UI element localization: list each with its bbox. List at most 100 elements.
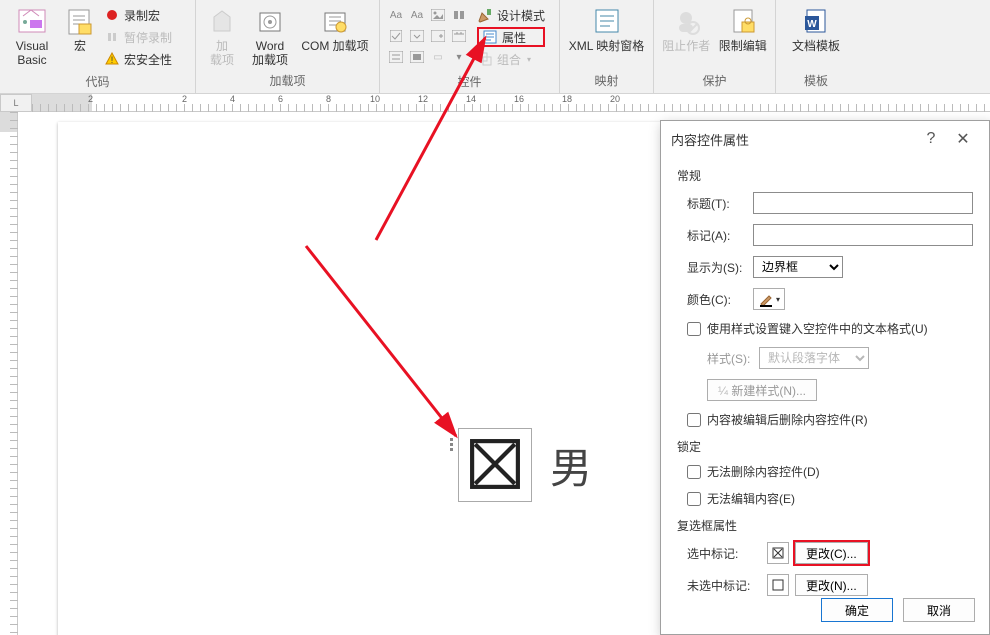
restrict-label: 限制编辑 [719,39,767,53]
addins-group-label: 加载项 [200,70,375,93]
input-title[interactable] [753,192,973,214]
controls-gallery: Aa Aa ▭ ▾ [384,3,471,69]
xml-pane-label: XML 映射窗格 [569,39,645,53]
label-unchecked-symbol: 未选中标记: [687,577,761,594]
visual-basic-button[interactable]: Visual Basic [4,3,60,67]
properties-label: 属性 [502,29,526,46]
word-addin-icon [254,5,286,37]
control-dropdown[interactable] [428,26,448,46]
checkbox-use-style[interactable] [687,322,701,336]
ribbon-group-addins: 加 载项 Word 加载项 COM 加载项 加载项 [196,0,380,93]
ribbon: Visual Basic 宏 录制宏 暂停录制 ! 宏安全性 [0,0,990,94]
dialog-title: 内容控件属性 [671,130,915,149]
horizontal-ruler[interactable]: 2 2 4 6 8 10 12 14 16 18 20 [32,94,990,112]
checked-symbol-icon [469,438,521,493]
control-picture[interactable] [428,5,448,25]
dialog-help-button[interactable]: ? [915,130,947,148]
template-label: 文档模板 [792,39,840,53]
protect-group-label: 保护 [658,70,771,93]
checkbox-remove-on-edit[interactable] [687,413,701,427]
ribbon-group-code: Visual Basic 宏 录制宏 暂停录制 ! 宏安全性 [0,0,196,93]
block-label: 阻止作者 [662,39,710,53]
macro-security-button[interactable]: ! 宏安全性 [104,49,172,69]
design-mode-label: 设计模式 [497,7,545,24]
color-picker[interactable]: ▾ [753,288,785,310]
select-showas[interactable]: 边界框 [753,256,843,278]
com-addin-label: COM 加载项 [301,39,368,53]
section-lock: 锁定 [677,438,973,455]
cc-checkbox-box[interactable] [458,428,532,502]
block-icon [670,5,702,37]
properties-icon [482,29,498,45]
word-addin-button[interactable]: Word 加载项 [244,3,296,67]
macros-button[interactable]: 宏 [60,3,100,53]
macros-icon [64,5,96,37]
dialog-titlebar[interactable]: 内容控件属性 ? ✕ [661,121,989,157]
control-checkbox[interactable] [386,26,406,46]
pen-icon [758,291,774,307]
restrict-icon [727,5,759,37]
record-macro-button[interactable]: 录制宏 [104,5,172,25]
control-legacy[interactable] [407,47,427,67]
label-no-edit: 无法编辑内容(E) [707,490,795,507]
design-mode-button[interactable]: 设计模式 [477,5,545,25]
chevron-down-icon: ▾ [776,295,780,304]
new-style-button: ¼ 新建样式(N)... [707,379,817,401]
dialog-close-button[interactable]: ✕ [947,129,979,149]
checkbox-no-edit[interactable] [687,492,701,506]
label-use-style: 使用样式设置键入空控件中的文本格式(U) [707,320,928,337]
cc-handle-icon[interactable] [446,432,456,456]
control-combobox[interactable] [407,26,427,46]
vb-label: Visual Basic [4,39,60,67]
warning-icon: ! [104,51,120,67]
addin-button: 加 载项 [200,3,244,67]
ribbon-group-template: W 文档模板 模板 [776,0,856,93]
xml-pane-button[interactable]: XML 映射窗格 [564,3,649,53]
template-icon: W [800,5,832,37]
checkbox-content-control[interactable]: 男 [458,428,592,502]
label-title: 标题(T): [687,195,753,212]
unchecked-symbol-preview [767,574,789,596]
label-checked-symbol: 选中标记: [687,545,761,562]
change-unchecked-button[interactable]: 更改(N)... [795,574,868,596]
label-remove-on-edit: 内容被编辑后删除内容控件(R) [707,411,868,428]
vb-icon [16,5,48,37]
cancel-button[interactable]: 取消 [903,598,975,622]
label-tag: 标记(A): [687,227,753,244]
design-mode-icon [477,7,493,23]
pause-record-button: 暂停录制 [104,27,172,47]
control-buildingblock[interactable] [449,5,469,25]
control-richtext[interactable]: Aa [386,5,406,25]
ribbon-group-protect: 阻止作者 限制编辑 保护 [654,0,776,93]
control-repeating[interactable] [386,47,406,67]
label-style: 样式(S): [707,350,759,367]
control-disabled-1: ▭ [428,47,448,67]
code-group-label: 代码 [4,71,191,94]
change-checked-button[interactable]: 更改(C)... [795,542,868,564]
control-plaintext[interactable]: Aa [407,5,427,25]
cc-label-text: 男 [550,435,592,496]
ok-button[interactable]: 确定 [821,598,893,622]
content-control-properties-dialog: 内容控件属性 ? ✕ 常规 标题(T): 标记(A): 显示为(S): 边界框 … [660,120,990,635]
pause-label: 暂停录制 [124,29,172,46]
word-addin-label: Word 加载项 [252,39,288,67]
control-datepicker[interactable] [449,26,469,46]
addin-icon [206,5,238,37]
addin-label: 加 载项 [210,39,234,67]
macros-label: 宏 [74,39,86,53]
doc-template-button[interactable]: W 文档模板 [780,3,852,53]
ruler-corner: L [0,94,32,112]
record-icon [104,7,120,23]
input-tag[interactable] [753,224,973,246]
com-addin-button[interactable]: COM 加载项 [296,3,374,53]
vertical-ruler[interactable] [0,112,18,635]
ribbon-group-controls: Aa Aa ▭ ▾ 设计模式 属性 [380,0,560,93]
checkbox-no-delete[interactable] [687,465,701,479]
section-general: 常规 [677,167,973,184]
properties-button[interactable]: 属性 [477,27,545,47]
select-style: 默认段落字体 [759,347,869,369]
security-label: 宏安全性 [124,51,172,68]
block-authors-button: 阻止作者 [658,3,715,53]
control-more[interactable]: ▾ [449,47,469,67]
restrict-edit-button[interactable]: 限制编辑 [715,3,772,53]
